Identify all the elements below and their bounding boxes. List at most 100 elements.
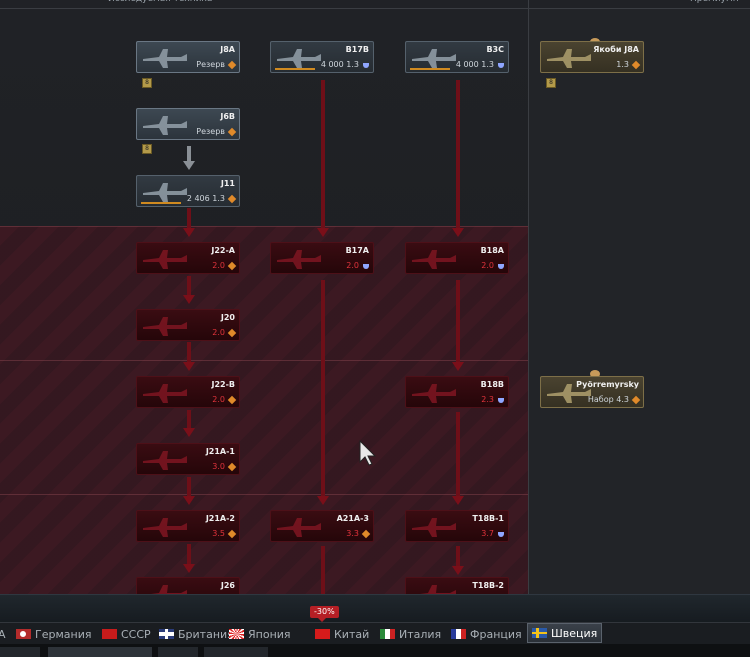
vehicle-card-j21a1[interactable]: J21A-1 3.0 [136, 443, 240, 475]
research-tree: Исследуемая техника Премиумн 8 8 8 J8A Ре… [0, 0, 750, 594]
rank-icon [498, 264, 504, 269]
tab-label: Франция [470, 627, 522, 641]
rank-icon [498, 532, 504, 537]
rank-icon [227, 462, 237, 472]
aircraft-icon [143, 384, 187, 403]
connector [187, 544, 191, 566]
tab-label: Германия [35, 627, 92, 641]
vehicle-name: J22-B [211, 380, 235, 389]
vehicle-card-pyorremyrsky[interactable]: Pyörremyrsky Набор 4.3 [540, 376, 644, 408]
tab-nation-a[interactable]: А [0, 625, 6, 643]
vehicle-card-j11[interactable]: J11 2 406 1.3 [136, 175, 240, 207]
tab-label: СССР [121, 627, 151, 641]
connector-arrow [317, 496, 329, 505]
rank-icon [498, 63, 504, 68]
rank-icon [363, 63, 369, 68]
aircraft-icon [151, 585, 187, 594]
rank-divider [0, 494, 529, 495]
aircraft-icon [412, 384, 456, 403]
vehicle-card-j22a[interactable]: J22-A 2.0 [136, 242, 240, 274]
vehicle-card-a21a3[interactable]: A21A-3 3.3 [270, 510, 374, 542]
vehicle-name: T18B-2 [472, 581, 504, 590]
vehicle-card-b17a[interactable]: B17A 2.0 [270, 242, 374, 274]
connector [321, 280, 325, 498]
vehicle-card-j8a[interactable]: J8A Резерв [136, 41, 240, 73]
vehicle-card-b18a[interactable]: B18A 2.0 [405, 242, 509, 274]
aircraft-icon [420, 585, 456, 594]
connector-arrow [183, 161, 195, 170]
slot-segment [204, 647, 268, 657]
tab-germany[interactable]: Германия [16, 625, 91, 643]
premium-column [529, 8, 750, 594]
connector-arrow [452, 362, 464, 371]
rank-icon [363, 264, 369, 269]
vehicle-card-t18b2[interactable]: T18B-2 [405, 577, 509, 594]
tab-japan[interactable]: Япония [229, 625, 291, 643]
vehicle-card-j21a2[interactable]: J21A-2 3.5 [136, 510, 240, 542]
vehicle-name: J22-A [211, 246, 235, 255]
rank-icon [227, 261, 237, 271]
column-divider [528, 0, 529, 594]
vehicle-card-j26[interactable]: J26 [136, 577, 240, 594]
vehicle-status: Набор 4.3 [587, 395, 629, 404]
connector-arrow [183, 428, 195, 437]
research-progress-bar [275, 68, 315, 70]
vehicle-name: J21A-2 [205, 514, 235, 523]
connector-arrow [183, 362, 195, 371]
tab-britain[interactable]: Британия [159, 625, 234, 643]
vehicle-card-jakobi[interactable]: Якоби J8A 1.3 [540, 41, 644, 73]
crew-slot-icon: 8 [142, 144, 152, 154]
vehicle-card-b18b[interactable]: B18B 2.3 [405, 376, 509, 408]
ussr-flag-icon [102, 629, 117, 639]
vehicle-card-j22b[interactable]: J22-B 2.0 [136, 376, 240, 408]
vehicle-status: 3.7 [481, 529, 494, 538]
tab-ussr[interactable]: СССР [102, 625, 151, 643]
connector [321, 80, 325, 230]
vehicle-name: J20 [220, 313, 235, 322]
vehicle-name: B17B [345, 45, 369, 54]
connector [187, 276, 191, 297]
vehicle-name: J8A [220, 45, 235, 54]
aircraft-icon [412, 518, 456, 537]
tab-label: Китай [334, 627, 370, 641]
vehicle-status: 3.5 [212, 529, 225, 538]
aircraft-icon [412, 250, 456, 269]
tab-italy[interactable]: Италия [380, 625, 441, 643]
vehicle-status: 2.0 [212, 395, 225, 404]
vehicle-name: J11 [220, 179, 235, 188]
vehicle-status: 2.0 [212, 328, 225, 337]
vehicle-card-b3c[interactable]: B3C 4 000 1.3 [405, 41, 509, 73]
vehicle-status: Резерв [196, 127, 225, 136]
vehicle-name: T18B-1 [472, 514, 504, 523]
vehicle-name: Pyörremyrsky [576, 380, 639, 389]
aircraft-icon [143, 518, 187, 537]
mouse-cursor-icon [359, 440, 377, 466]
vehicle-status: 2.0 [346, 261, 359, 270]
aircraft-icon [277, 250, 321, 269]
connector-arrow [183, 295, 195, 304]
slot-segment [158, 647, 198, 657]
tab-france[interactable]: Франция [451, 625, 522, 643]
vehicle-card-j6b[interactable]: J6B Резерв [136, 108, 240, 140]
connector [187, 342, 191, 364]
vehicle-status: 2.3 [481, 395, 494, 404]
aircraft-icon [143, 116, 187, 135]
rank-divider [0, 360, 529, 361]
tab-china[interactable]: Китай [315, 625, 369, 643]
italy-flag-icon [380, 629, 395, 639]
vehicle-card-b17b[interactable]: B17B 4 000 1.3 [270, 41, 374, 73]
vehicle-card-t18b1[interactable]: T18B-1 3.7 [405, 510, 509, 542]
rank-divider [0, 226, 529, 227]
tab-label: Швеция [551, 626, 598, 640]
vehicle-card-j20[interactable]: J20 2.0 [136, 309, 240, 341]
connector-arrow [183, 496, 195, 505]
aircraft-icon [143, 451, 187, 470]
sweden-flag-icon [532, 628, 547, 638]
aircraft-icon [143, 49, 187, 68]
vehicle-status: 4 000 1.3 [320, 60, 359, 69]
tab-sweden[interactable]: Швеция [527, 623, 603, 643]
vehicle-name: B18B [480, 380, 504, 389]
connector [456, 412, 460, 498]
connector [187, 477, 191, 498]
vehicle-name: J6B [220, 112, 235, 121]
